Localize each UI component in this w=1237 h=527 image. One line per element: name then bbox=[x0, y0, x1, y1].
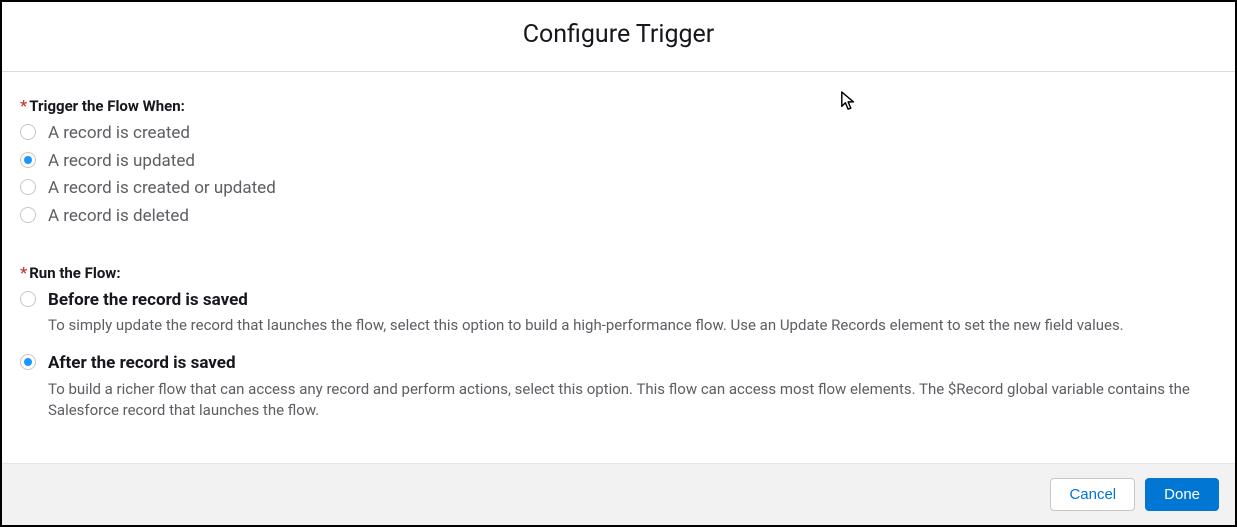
run-option-before-save[interactable]: Before the record is saved bbox=[20, 288, 1217, 313]
trigger-option-label: A record is created or updated bbox=[48, 176, 276, 201]
radio-icon[interactable] bbox=[20, 179, 36, 195]
modal-body: *Trigger the Flow When: A record is crea… bbox=[2, 72, 1235, 463]
radio-icon[interactable] bbox=[20, 124, 36, 140]
radio-icon[interactable] bbox=[20, 207, 36, 223]
trigger-option-updated[interactable]: A record is updated bbox=[20, 149, 1217, 174]
radio-icon[interactable] bbox=[20, 354, 36, 370]
trigger-option-created-or-updated[interactable]: A record is created or updated bbox=[20, 176, 1217, 201]
run-flow-label-row: *Run the Flow: bbox=[20, 263, 1217, 282]
radio-icon[interactable] bbox=[20, 152, 36, 168]
modal-footer: Cancel Done bbox=[2, 463, 1235, 525]
trigger-when-label: Trigger the Flow When: bbox=[29, 97, 185, 115]
trigger-option-label: A record is created bbox=[48, 121, 190, 146]
run-flow-label: Run the Flow: bbox=[29, 264, 120, 282]
required-asterisk: * bbox=[20, 263, 27, 282]
run-flow-section: *Run the Flow: Before the record is save… bbox=[20, 263, 1217, 423]
configure-trigger-modal: Configure Trigger *Trigger the Flow When… bbox=[0, 0, 1237, 527]
modal-header: Configure Trigger bbox=[2, 2, 1235, 72]
run-option-desc: To simply update the record that launche… bbox=[48, 315, 1217, 337]
run-option-label: Before the record is saved bbox=[48, 288, 248, 313]
run-option-label: After the record is saved bbox=[48, 351, 236, 376]
done-button[interactable]: Done bbox=[1145, 478, 1219, 511]
cancel-button[interactable]: Cancel bbox=[1050, 478, 1135, 511]
required-asterisk: * bbox=[20, 96, 27, 115]
trigger-option-label: A record is deleted bbox=[48, 204, 189, 229]
trigger-option-created[interactable]: A record is created bbox=[20, 121, 1217, 146]
trigger-option-label: A record is updated bbox=[48, 149, 195, 174]
run-option-desc: To build a richer flow that can access a… bbox=[48, 379, 1217, 423]
trigger-option-deleted[interactable]: A record is deleted bbox=[20, 204, 1217, 229]
run-option-after-save[interactable]: After the record is saved bbox=[20, 351, 1217, 376]
modal-title: Configure Trigger bbox=[2, 20, 1235, 49]
trigger-when-label-row: *Trigger the Flow When: bbox=[20, 96, 1217, 115]
radio-icon[interactable] bbox=[20, 291, 36, 307]
